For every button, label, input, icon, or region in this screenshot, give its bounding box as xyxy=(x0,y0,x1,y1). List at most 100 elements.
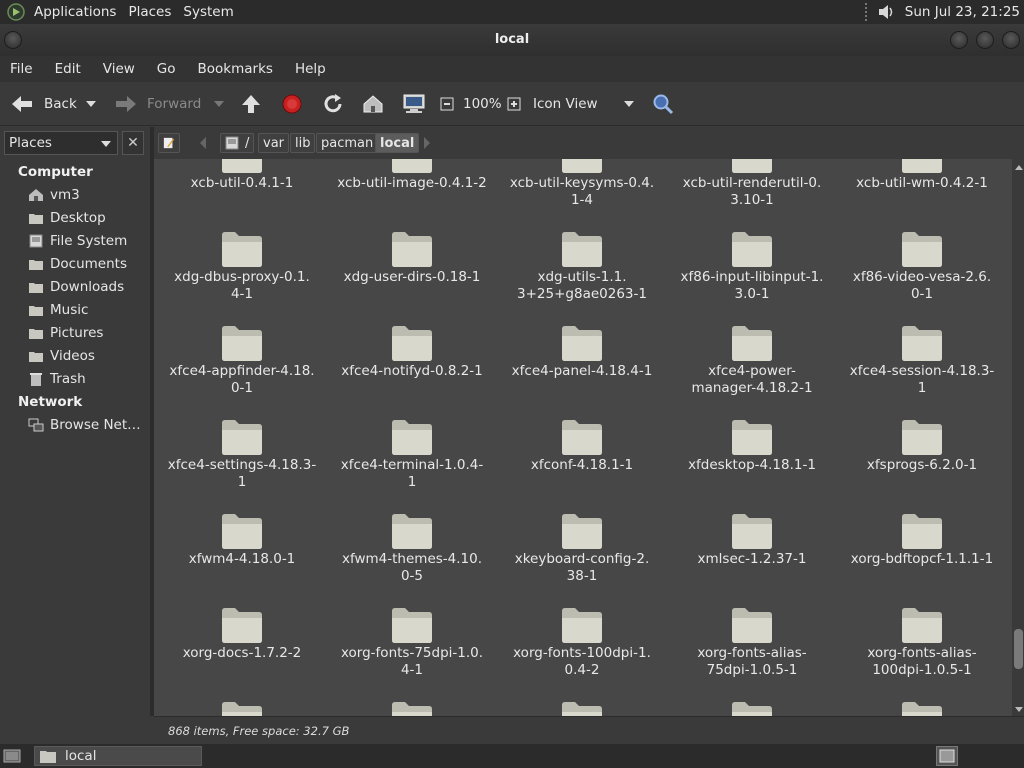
file-item[interactable]: xorg-docs-1.7.2-2 xyxy=(167,605,317,662)
file-item[interactable]: xdg-user-dirs-0.18-1 xyxy=(337,229,487,286)
close-button[interactable] xyxy=(1002,31,1020,49)
clock[interactable]: Sun Jul 23, 21:25 xyxy=(905,4,1020,20)
breadcrumb-local[interactable]: local xyxy=(375,133,420,153)
sidebar-item-vm3[interactable]: vm3 xyxy=(28,185,80,205)
back-history-dropdown[interactable] xyxy=(86,82,96,126)
file-item[interactable]: xorg-bdftopcf-1.1.1-1 xyxy=(847,511,997,568)
breadcrumb-scroll-right[interactable] xyxy=(424,137,430,149)
menu-file[interactable]: File xyxy=(4,61,39,77)
file-item-partial[interactable] xyxy=(847,699,997,716)
file-item[interactable]: xorg-fonts-100dpi-1. 0.4-2 xyxy=(507,605,657,679)
file-icon-view[interactable]: xcb-util-0.4.1-1 xcb-util-image-0.4.1-2 xc… xyxy=(154,159,1012,716)
breadcrumb-scroll-left[interactable] xyxy=(200,137,206,149)
file-item[interactable]: xcb-util-0.4.1-1 xyxy=(167,159,317,192)
file-item-partial[interactable] xyxy=(167,699,317,716)
sidebar-item-documents[interactable]: Documents xyxy=(28,254,127,274)
applications-menu[interactable]: Applications xyxy=(28,4,122,20)
forward-button[interactable]: Forward xyxy=(114,82,201,126)
computer-button[interactable] xyxy=(402,82,426,126)
menu-help[interactable]: Help xyxy=(289,61,332,77)
zoom-in-icon xyxy=(507,97,521,111)
file-item[interactable]: xfconf-4.18.1-1 xyxy=(507,417,657,474)
file-item[interactable]: xdg-utils-1.1. 3+25+g8ae0263-1 xyxy=(507,229,657,303)
file-item[interactable]: xorg-fonts-alias- 75dpi-1.0.5-1 xyxy=(677,605,827,679)
taskbar-item-local[interactable]: local xyxy=(34,746,202,766)
sidebar-type-select[interactable]: Places xyxy=(4,131,118,155)
scroll-down-arrow[interactable] xyxy=(1015,707,1023,712)
file-item[interactable]: xfce4-power-manager-4.18.2-1 xyxy=(677,323,827,397)
back-button[interactable]: Back xyxy=(10,82,77,126)
reload-button[interactable] xyxy=(322,82,344,126)
file-item[interactable]: xfce4-terminal-1.0.4-1 xyxy=(337,417,487,491)
file-item[interactable]: xfwm4-themes-4.10. 0-5 xyxy=(337,511,487,585)
file-item[interactable]: xf86-video-vesa-2.6. 0-1 xyxy=(847,229,997,303)
file-item[interactable]: xfsprogs-6.2.0-1 xyxy=(847,417,997,474)
forward-history-dropdown[interactable] xyxy=(214,82,224,126)
file-item[interactable]: xfwm4-4.18.0-1 xyxy=(167,511,317,568)
vertical-scrollbar[interactable] xyxy=(1012,159,1024,716)
breadcrumb-lib[interactable]: lib xyxy=(290,133,316,153)
breadcrumb-var[interactable]: var xyxy=(258,133,290,153)
file-item[interactable]: xf86-input-libinput-1. 3.0-1 xyxy=(677,229,827,303)
workspace-switcher[interactable] xyxy=(936,746,958,766)
search-button[interactable] xyxy=(652,82,674,126)
file-item[interactable]: xorg-fonts-75dpi-1.0. 4-1 xyxy=(337,605,487,679)
zoom-in-button[interactable] xyxy=(507,82,521,126)
sidebar-close-button[interactable]: ✕ xyxy=(122,131,144,155)
up-button[interactable] xyxy=(240,82,262,126)
sidebar-item-file-system[interactable]: File System xyxy=(28,231,127,251)
file-item[interactable]: xkeyboard-config-2. 38-1 xyxy=(507,511,657,585)
view-mode-select[interactable]: Icon View xyxy=(533,82,639,126)
file-item-partial[interactable] xyxy=(337,699,487,716)
zoom-out-button[interactable] xyxy=(440,82,454,126)
sidebar-item-desktop[interactable]: Desktop xyxy=(28,208,106,228)
maximize-button[interactable] xyxy=(976,31,994,49)
menu-bookmarks[interactable]: Bookmarks xyxy=(192,61,279,77)
file-name: xmlsec-1.2.37-1 xyxy=(697,551,807,567)
menu-go[interactable]: Go xyxy=(151,61,182,77)
file-item[interactable]: xfdesktop-4.18.1-1 xyxy=(677,417,827,474)
show-desktop-icon[interactable] xyxy=(2,747,22,765)
sidebar-item-videos[interactable]: Videos xyxy=(28,346,95,366)
scroll-up-arrow[interactable] xyxy=(1015,165,1023,170)
stop-button[interactable] xyxy=(282,82,302,126)
statusbar: 868 items, Free space: 32.7 GB xyxy=(154,716,1024,744)
file-item[interactable]: xcb-util-wm-0.4.2-1 xyxy=(847,159,997,192)
breadcrumb-pacman[interactable]: pacman xyxy=(316,133,379,153)
sidebar-item-pictures[interactable]: Pictures xyxy=(28,323,103,343)
home-button[interactable] xyxy=(362,82,384,126)
minimize-button[interactable] xyxy=(950,31,968,49)
file-item[interactable]: xcb-util-keysyms-0.4. 1-4 xyxy=(507,159,657,209)
home-icon xyxy=(29,189,43,201)
file-item[interactable]: xfce4-notifyd-0.8.2-1 xyxy=(337,323,487,380)
file-item[interactable]: xorg-fonts-alias- 100dpi-1.0.5-1 xyxy=(847,605,997,679)
folder-icon xyxy=(902,420,942,455)
window-titlebar[interactable]: local xyxy=(0,24,1024,56)
sidebar-item-trash[interactable]: Trash xyxy=(28,369,86,389)
folder-icon xyxy=(222,420,262,455)
file-item[interactable]: xfce4-settings-4.18.3- 1 xyxy=(167,417,317,491)
file-item-partial[interactable] xyxy=(507,699,657,716)
breadcrumb-root[interactable]: / xyxy=(220,133,255,153)
sidebar-item-downloads[interactable]: Downloads xyxy=(28,277,124,297)
file-item[interactable]: xfce4-appfinder-4.18. 0-1 xyxy=(167,323,317,397)
sidebar-item-music[interactable]: Music xyxy=(28,300,88,320)
scroll-thumb[interactable] xyxy=(1014,629,1023,669)
volume-icon[interactable] xyxy=(877,3,895,21)
edit-location-button[interactable] xyxy=(158,133,180,153)
sidebar-item-browse-network[interactable]: Browse Net… xyxy=(28,415,141,435)
applications-logo-icon[interactable] xyxy=(6,2,26,22)
places-menu[interactable]: Places xyxy=(122,4,177,20)
desktop-icon xyxy=(29,214,43,224)
file-item[interactable]: xfce4-session-4.18.3- 1 xyxy=(847,323,997,397)
file-item[interactable]: xmlsec-1.2.37-1 xyxy=(677,511,827,568)
system-menu[interactable]: System xyxy=(177,4,239,20)
file-name: xfce4-notifyd-0.8.2-1 xyxy=(341,363,483,379)
file-item[interactable]: xfce4-panel-4.18.4-1 xyxy=(507,323,657,380)
menu-edit[interactable]: Edit xyxy=(49,61,87,77)
file-item[interactable]: xcb-util-renderutil-0. 3.10-1 xyxy=(677,159,827,209)
file-item-partial[interactable] xyxy=(677,699,827,716)
file-item[interactable]: xcb-util-image-0.4.1-2 xyxy=(337,159,487,192)
menu-view[interactable]: View xyxy=(97,61,141,77)
file-item[interactable]: xdg-dbus-proxy-0.1. 4-1 xyxy=(167,229,317,303)
